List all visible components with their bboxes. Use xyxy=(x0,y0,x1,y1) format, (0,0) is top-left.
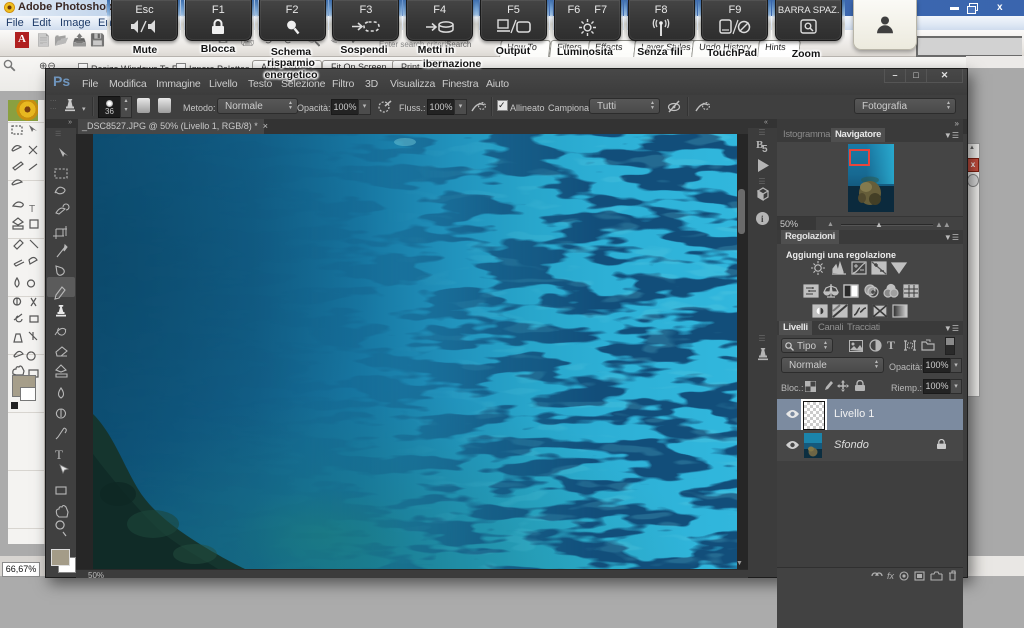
svg-text:T: T xyxy=(29,204,35,215)
svg-text:T: T xyxy=(55,447,63,462)
svg-text:5: 5 xyxy=(762,144,768,154)
svg-text:fx: fx xyxy=(887,571,895,581)
